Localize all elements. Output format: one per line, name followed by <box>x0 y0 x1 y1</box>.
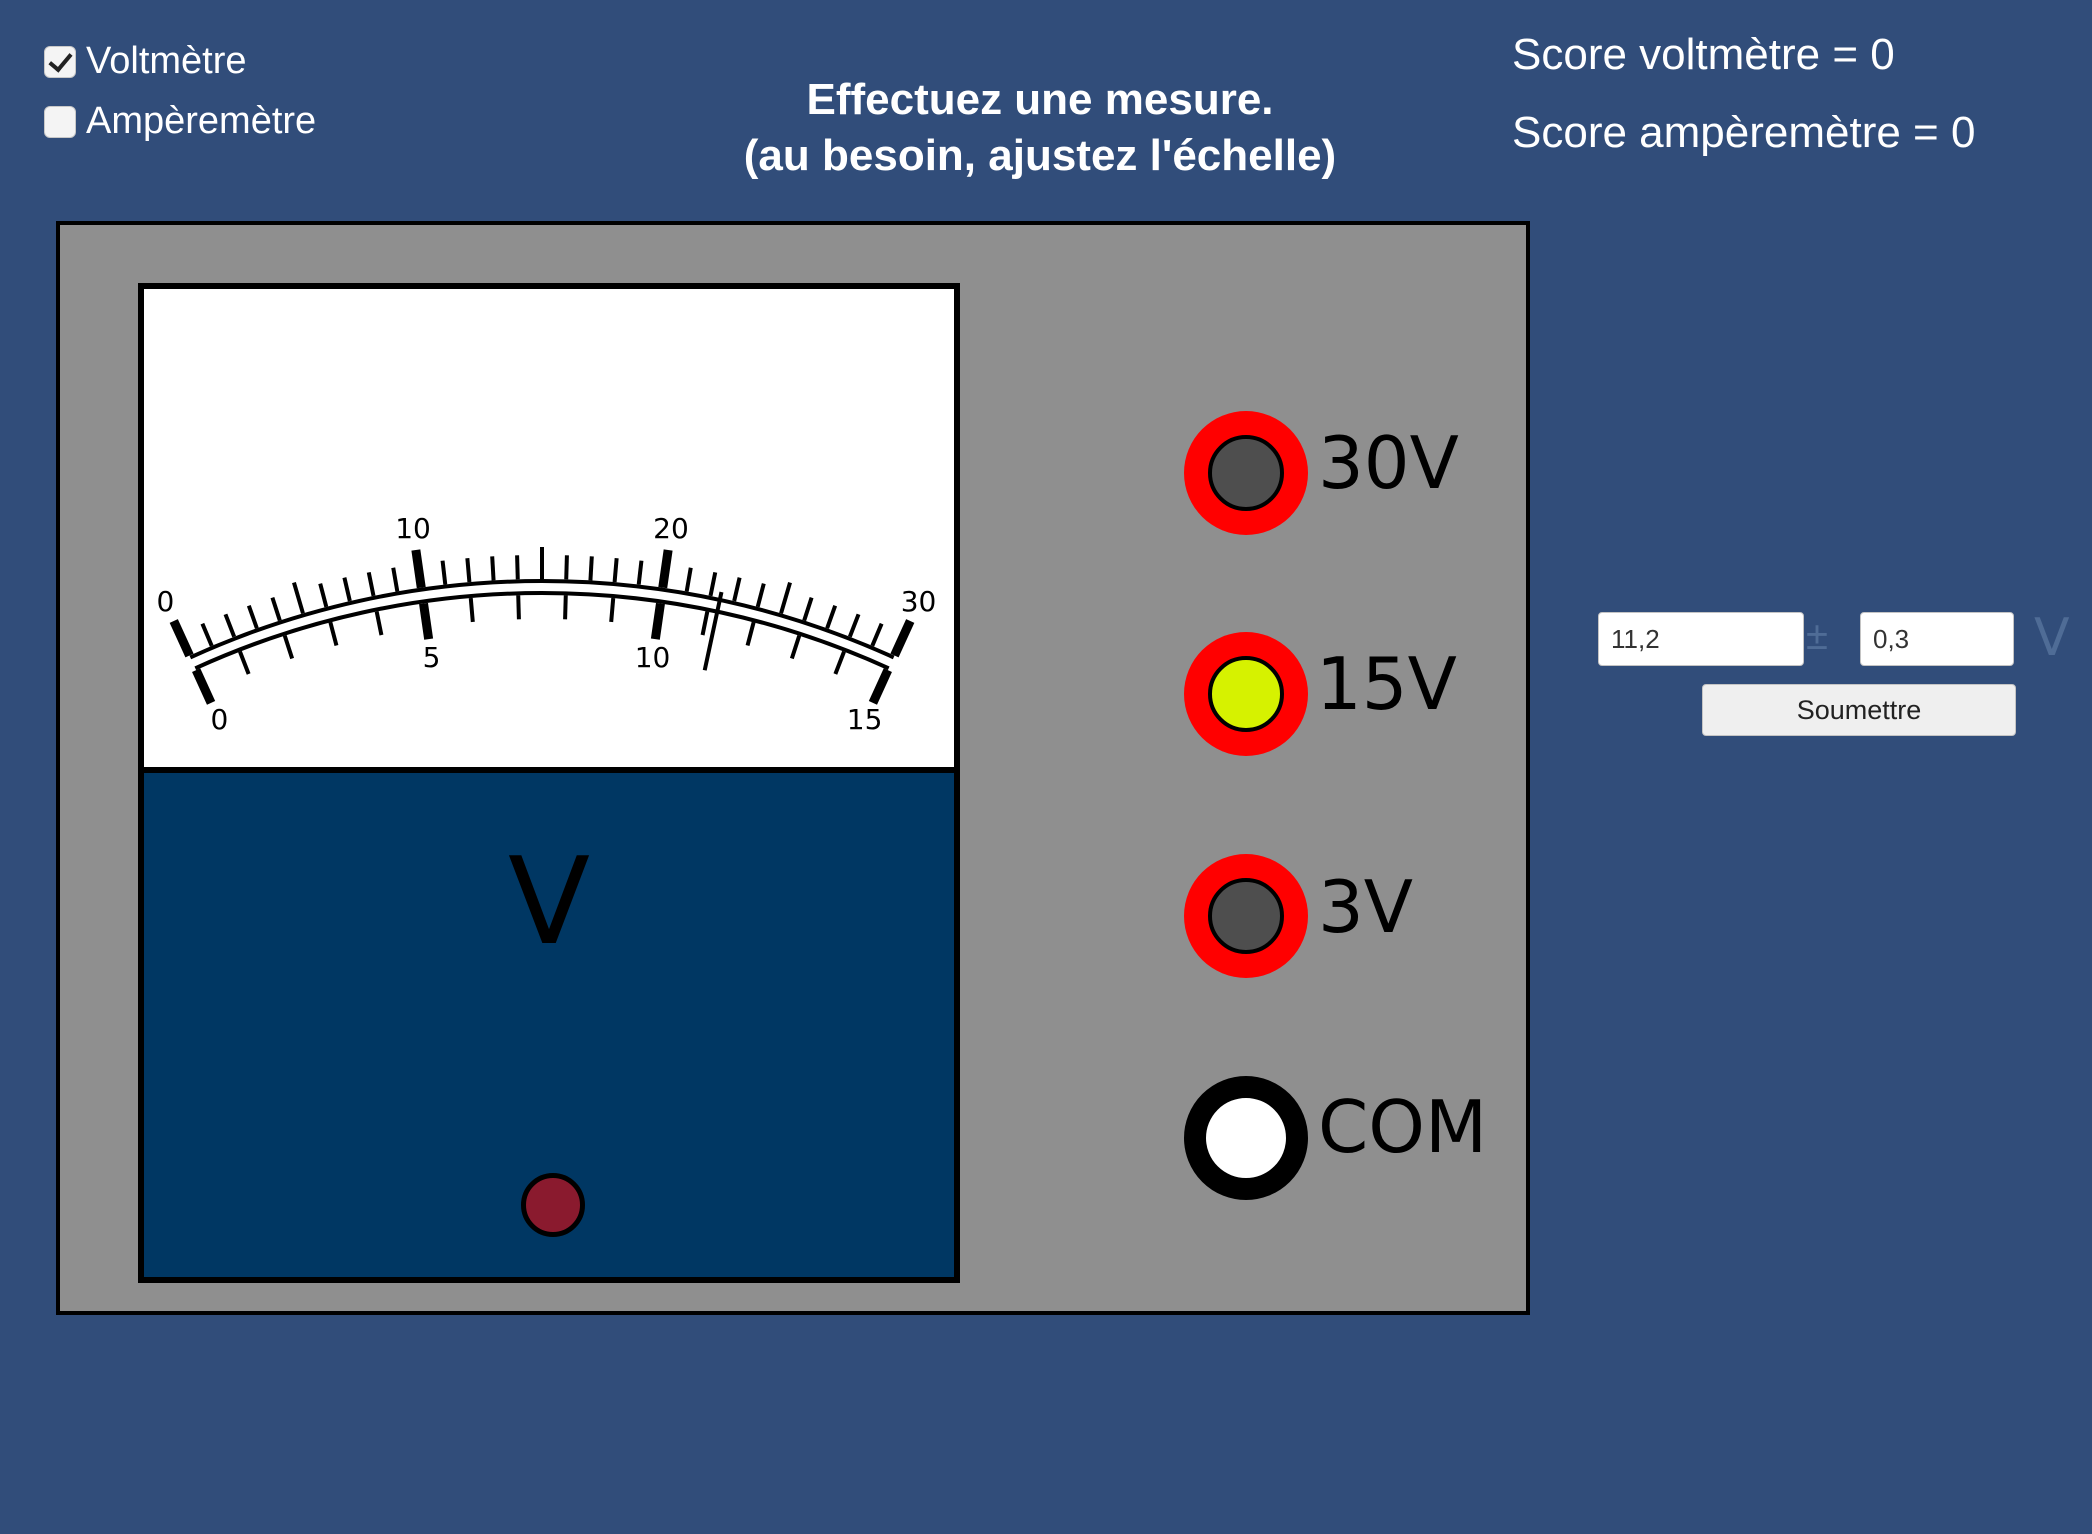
meter-lower-panel: V <box>138 773 960 1283</box>
instructions-line-1: Effectuez une mesure. <box>806 75 1274 124</box>
inner-scale-tick <box>833 650 846 675</box>
inner-scale-tick <box>468 597 475 623</box>
ammeter-checkbox-row[interactable]: Ampèremètre <box>44 100 316 143</box>
inner-scale-tick <box>868 668 892 705</box>
terminal-com[interactable] <box>1184 1076 1308 1200</box>
inner-scale-tick <box>238 650 251 675</box>
outer-scale-tick <box>411 549 426 589</box>
inner-scale-label: 5 <box>423 641 441 674</box>
measurement-value-input[interactable] <box>1598 612 1804 666</box>
inner-scale-tick <box>516 595 521 620</box>
inner-scale-tick <box>609 597 616 623</box>
ammeter-checkbox-label: Ampèremètre <box>86 100 317 142</box>
outer-scale-tick <box>270 597 282 622</box>
meter-unit-symbol: V <box>507 833 591 972</box>
outer-scale-tick <box>588 556 594 581</box>
meter-instrument: 0 10 20 30 0 5 10 15 V 30V 15V 3V COM <box>56 221 1530 1315</box>
inner-scale-tick <box>789 635 802 660</box>
inner-scale-tick <box>282 635 295 660</box>
terminal-15v[interactable] <box>1184 632 1308 756</box>
inner-scale-tick <box>328 621 339 647</box>
outer-scale-tick <box>465 558 472 583</box>
outer-scale-tick <box>612 558 619 583</box>
inner-scale-tick <box>563 595 568 620</box>
outer-scale-tick <box>755 583 766 608</box>
inner-scale-tick <box>419 602 434 640</box>
outer-scale-tick <box>342 577 352 602</box>
outer-scale-tick <box>564 555 569 580</box>
meter-needle <box>702 591 724 671</box>
terminal-15v-label: 15V <box>1316 642 1457 726</box>
checkmark-icon <box>48 46 73 73</box>
voltmeter-checkbox[interactable] <box>44 45 76 78</box>
outer-scale-label: 20 <box>653 512 689 545</box>
outer-scale-tick <box>490 556 496 581</box>
outer-scale-tick <box>391 567 400 592</box>
outer-scale-tick <box>684 567 693 592</box>
outer-scale-tick <box>658 549 673 589</box>
outer-scale-tick <box>732 577 742 602</box>
outer-scale-label: 30 <box>901 585 937 618</box>
score-voltmeter: Score voltmètre = 0 <box>1512 30 1895 79</box>
submit-button[interactable]: Soumettre <box>1702 684 2016 736</box>
outer-scale-label: 10 <box>395 512 431 545</box>
meter-dial: 0 10 20 30 0 5 10 15 <box>138 283 960 773</box>
outer-scale-tick <box>440 560 448 585</box>
outer-scale-tick <box>246 604 259 629</box>
outer-scale-tick <box>366 571 376 597</box>
outer-scale-tick <box>890 619 915 658</box>
outer-scale-tick <box>847 613 861 638</box>
inner-scale-labels: 0 5 10 15 <box>210 641 882 736</box>
outer-scale-tick <box>292 582 305 614</box>
voltmeter-checkbox-row[interactable]: Voltmètre <box>44 40 247 83</box>
terminal-3v-label: 3V <box>1318 865 1414 949</box>
inner-scale-tick <box>374 611 384 636</box>
outer-scale-tick <box>169 619 194 658</box>
inner-scale-tick <box>650 602 665 640</box>
terminal-socket <box>1208 878 1284 954</box>
outer-scale-tick <box>200 622 214 647</box>
outer-scale-tick <box>515 555 520 580</box>
voltmeter-checkbox-label: Voltmètre <box>86 40 247 82</box>
ammeter-checkbox[interactable] <box>44 105 76 138</box>
tick-marks <box>169 547 915 705</box>
outer-scale-tick <box>825 604 838 629</box>
terminal-30v-label: 30V <box>1318 421 1459 505</box>
dial-scale: 0 10 20 30 0 5 10 15 <box>157 512 937 736</box>
terminal-socket-active <box>1208 656 1284 732</box>
inner-scale-tick <box>192 668 216 705</box>
plus-minus-sign: ± <box>1806 614 1828 658</box>
outer-scale-tick <box>779 582 792 614</box>
terminal-socket <box>1208 435 1284 511</box>
terminal-3v[interactable] <box>1184 854 1308 978</box>
inner-scale-label: 0 <box>210 703 228 736</box>
answer-unit-label: V <box>2034 608 2070 668</box>
outer-scale-label: 0 <box>157 585 175 618</box>
outer-scale-tick <box>802 597 814 622</box>
outer-scale-tick <box>318 583 329 608</box>
uncertainty-input[interactable] <box>1860 612 2014 666</box>
inner-scale-tick <box>745 621 756 647</box>
outer-scale-tick <box>870 622 884 647</box>
instructions-line-2: (au besoin, ajustez l'échelle) <box>743 131 1337 180</box>
outer-scale-tick <box>636 560 644 585</box>
outer-scale-tick <box>708 571 718 597</box>
terminal-com-label: COM <box>1318 1085 1488 1169</box>
inner-scale-label: 15 <box>847 703 883 736</box>
outer-scale-tick <box>223 613 237 638</box>
score-ammeter: Score ampèremètre = 0 <box>1512 108 1976 157</box>
terminal-30v[interactable] <box>1184 411 1308 535</box>
inner-scale-label: 10 <box>635 641 671 674</box>
inner-scale-tick <box>700 611 710 636</box>
zero-adjust-knob[interactable] <box>521 1173 585 1237</box>
instructions-heading: Effectuez une mesure. (au besoin, ajuste… <box>620 72 1460 184</box>
